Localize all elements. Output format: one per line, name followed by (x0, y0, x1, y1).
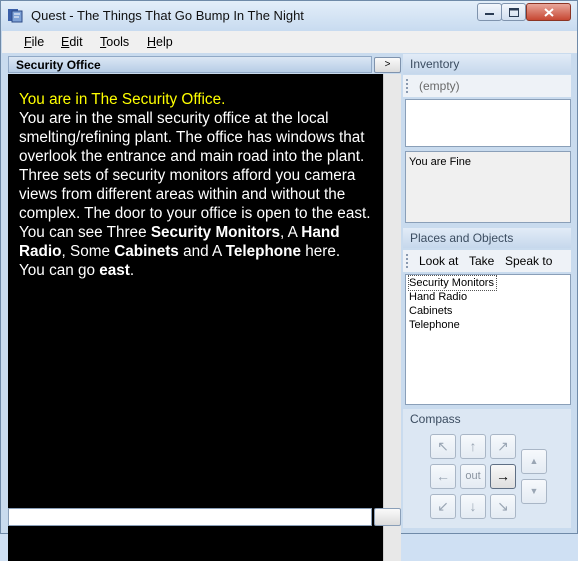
separator-1: , A (280, 224, 302, 241)
close-icon (543, 7, 554, 17)
list-item[interactable]: Cabinets (409, 304, 567, 318)
arrow-up-left-icon: ↖ (437, 438, 449, 454)
arrow-right-icon: → (496, 468, 510, 484)
visible-objects-line: You can see Three Security Monitors, A H… (19, 223, 375, 261)
see-prefix: You can see Three (19, 224, 151, 241)
menu-file-accel: F (24, 35, 32, 49)
look-at-button[interactable]: Look at (419, 254, 458, 268)
menu-file-label: ile (31, 35, 45, 49)
triangle-up-icon: ▲ (529, 456, 539, 466)
object-link-cabinets[interactable]: Cabinets (114, 243, 179, 260)
menu-help[interactable]: Help (147, 35, 173, 49)
status-text: You are Fine (409, 156, 471, 168)
compass-northwest-button[interactable]: ↖ (430, 434, 456, 459)
side-panel: Inventory (empty) You are Fine Places an… (403, 54, 571, 528)
list-item[interactable]: Telephone (409, 318, 567, 332)
menu-edit-label: dit (69, 35, 83, 49)
maximize-button[interactable] (501, 3, 526, 21)
list-item[interactable]: Hand Radio (409, 290, 567, 304)
toolbar-grip-icon (406, 79, 410, 93)
arrow-down-icon: ↓ (469, 498, 477, 514)
list-item-label: Security Monitors (408, 275, 497, 291)
inventory-empty-button[interactable]: (empty) (419, 79, 460, 93)
inventory-header: Inventory (403, 54, 571, 74)
minimize-icon (485, 13, 494, 15)
compass-southeast-button[interactable]: ↘ (490, 494, 516, 519)
compass-north-button[interactable]: ↑ (460, 434, 486, 459)
location-bar: Security Office (8, 56, 372, 73)
arrow-up-right-icon: ↗ (497, 438, 509, 454)
go-suffix: . (129, 262, 135, 279)
location-label: Security Office (16, 58, 101, 72)
compass-title: Compass (410, 412, 461, 426)
arrow-up-icon: ↑ (469, 438, 477, 454)
places-toolbar: Look at Take Speak to (403, 250, 571, 272)
game-output-panel: Security Office > You are in The Securit… (8, 56, 401, 561)
inventory-toolbar: (empty) (403, 75, 571, 97)
menu-help-accel: H (147, 35, 157, 49)
minimize-button[interactable] (477, 3, 502, 21)
command-input[interactable] (8, 508, 372, 526)
command-row (8, 508, 401, 528)
object-link-security-monitors[interactable]: Security Monitors (151, 224, 280, 241)
expand-label: > (384, 59, 391, 70)
quest-app-icon (8, 9, 23, 23)
arrow-down-right-icon: ↘ (497, 498, 509, 514)
exits-line: You can go east. (19, 261, 375, 280)
status-box: You are Fine (405, 151, 571, 223)
separator-3: and A (178, 243, 226, 260)
game-output: You are in The Security Office. You are … (8, 74, 383, 561)
close-button[interactable] (526, 3, 571, 21)
exit-link-east[interactable]: east (99, 262, 130, 279)
menu-bar: File Edit Tools Help (2, 31, 577, 53)
compass-panel: Compass ↖ ↑ ↗ ← out → ↙ ↓ ↘ ▲ ▼ (403, 409, 571, 528)
title-bar[interactable]: Quest - The Things That Go Bump In The N… (1, 1, 577, 31)
inventory-list[interactable] (405, 99, 571, 147)
expand-panel-button[interactable]: > (374, 57, 401, 73)
compass-west-button[interactable]: ← (430, 464, 456, 489)
menu-file[interactable]: File (24, 35, 44, 49)
compass-east-button[interactable]: → (490, 464, 516, 489)
take-button[interactable]: Take (469, 254, 494, 268)
places-header: Places and Objects (403, 228, 571, 248)
compass-south-button[interactable]: ↓ (460, 494, 486, 519)
compass-out-label: out (465, 470, 481, 482)
triangle-down-icon: ▼ (529, 486, 539, 496)
places-title: Places and Objects (410, 231, 514, 245)
inventory-title: Inventory (410, 57, 460, 71)
see-suffix: here. (300, 243, 341, 260)
separator-2: , Some (61, 243, 115, 260)
room-heading: You are in The Security Office. (19, 91, 226, 108)
window-title: Quest - The Things That Go Bump In The N… (31, 8, 304, 23)
speak-to-button[interactable]: Speak to (505, 254, 552, 268)
compass-up-button[interactable]: ▲ (521, 449, 547, 474)
menu-tools-label: ools (106, 35, 130, 49)
compass-out-button[interactable]: out (460, 464, 486, 489)
arrow-down-left-icon: ↙ (437, 498, 449, 514)
places-toolbar-grip-icon (406, 254, 410, 268)
places-list[interactable]: Security Monitors Hand Radio Cabinets Te… (405, 274, 571, 405)
menu-tools[interactable]: Tools (100, 35, 129, 49)
menu-help-label: elp (156, 35, 173, 49)
compass-header: Compass (403, 409, 571, 429)
arrow-left-icon: ← (436, 468, 450, 484)
menu-edit[interactable]: Edit (61, 35, 83, 49)
go-prefix: You can go (19, 262, 100, 279)
compass-southwest-button[interactable]: ↙ (430, 494, 456, 519)
room-description: You are in the small security office at … (19, 110, 371, 222)
command-submit-button[interactable] (374, 508, 401, 526)
output-scrollbar[interactable] (383, 74, 401, 561)
object-link-telephone[interactable]: Telephone (226, 243, 301, 260)
app-window: Quest - The Things That Go Bump In The N… (0, 0, 578, 561)
compass-northeast-button[interactable]: ↗ (490, 434, 516, 459)
maximize-icon (508, 7, 519, 17)
list-item[interactable]: Security Monitors (408, 275, 567, 291)
compass-down-button[interactable]: ▼ (521, 479, 547, 504)
